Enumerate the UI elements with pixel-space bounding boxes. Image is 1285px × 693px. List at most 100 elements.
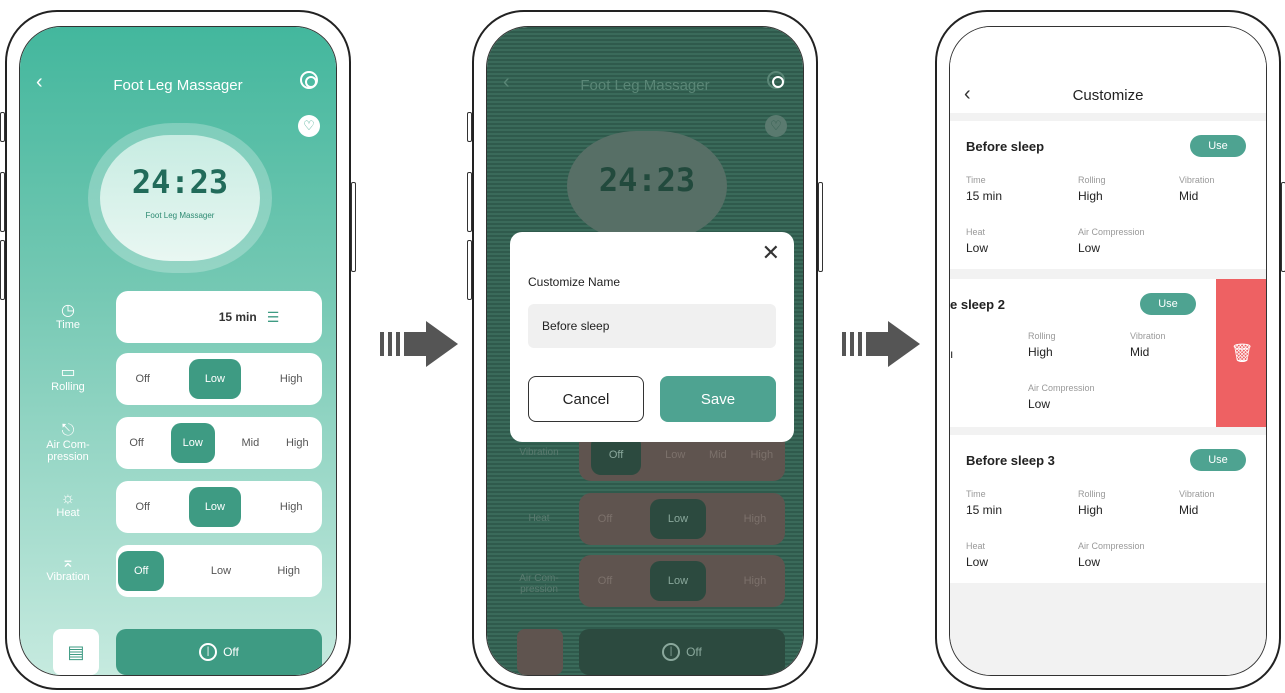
heart-icon[interactable]: ♡	[298, 115, 320, 137]
heart-icon: ♡	[765, 115, 787, 137]
field-label: Vibration	[1179, 175, 1215, 185]
flow-arrow-icon	[842, 321, 920, 367]
preset-list-icon: ▤	[67, 642, 85, 662]
sliders-icon[interactable]: ☰	[267, 309, 280, 326]
vibration-high-option[interactable]: High	[277, 565, 300, 577]
phone-side-button	[818, 182, 823, 272]
vibration-off-option[interactable]: Off	[118, 551, 165, 591]
rolling-selector: Off Low High	[116, 353, 322, 405]
field-label: Time	[966, 489, 986, 499]
row-label-text: Vibration	[46, 571, 90, 583]
timer-clock: 24:23	[598, 161, 696, 199]
field-value: Low	[966, 555, 989, 569]
field-value: Mid	[1130, 345, 1150, 359]
air-off-option[interactable]: Off	[129, 437, 143, 449]
row-label-heat: Heat	[528, 513, 550, 524]
trash-icon: 🗑	[1230, 343, 1254, 363]
row-label-air: Air Com- pression	[519, 573, 559, 595]
field-label: Time	[966, 175, 986, 185]
rolling-icon: ▭	[60, 364, 76, 381]
preset-card[interactable]: Before sleep 3 Use Time 15 min Rolling H…	[950, 435, 1266, 583]
preset-name: e sleep 2	[950, 297, 1005, 312]
vibration-low-option: Low	[665, 449, 686, 461]
vibration-selector: Off Low High	[116, 545, 322, 597]
row-label-time: ◷ Time	[38, 302, 98, 332]
rolling-low-option[interactable]: Low	[188, 359, 241, 399]
phone-name-dialog-screen: ‹ Foot Leg Massager ♡ 24:23 Vibration Of…	[467, 10, 823, 690]
air-selector: Off Low High	[579, 555, 785, 607]
air-high-option[interactable]: High	[286, 437, 309, 449]
rolling-high-option[interactable]: High	[280, 373, 303, 385]
row-label-vibration: ⌅ Vibration	[38, 554, 98, 584]
flow-arrow-icon	[380, 321, 458, 367]
timer-subtitle: Foot Leg Massager	[145, 211, 215, 220]
power-icon: |	[662, 643, 681, 661]
phone-customize-list-screen: ‹ Customize Before sleep Use Time 15 min…	[935, 10, 1285, 690]
cancel-button[interactable]: Cancel	[528, 376, 644, 422]
air-selector: Off Low Mid High	[116, 417, 322, 469]
heat-selector: Off Low High	[579, 493, 785, 545]
use-button[interactable]: Use	[1140, 293, 1196, 315]
close-icon[interactable]: ✕	[762, 240, 780, 266]
field-value: Low	[1078, 241, 1101, 255]
power-label: Off	[686, 645, 702, 659]
field-label: Air Compression	[1078, 541, 1145, 551]
field-value: Mid	[1179, 503, 1199, 517]
settings-icon	[767, 71, 785, 89]
time-control[interactable]: 15 min ☰	[116, 291, 322, 343]
field-label: Vibration	[1130, 331, 1166, 341]
use-button[interactable]: Use	[1190, 449, 1246, 471]
field-value: Low	[966, 241, 989, 255]
rolling-off-option[interactable]: Off	[135, 373, 149, 385]
heat-high-option[interactable]: High	[280, 501, 303, 513]
phone-side-button	[0, 112, 5, 142]
sun-icon: ☼	[60, 490, 76, 507]
phone-side-button	[351, 182, 356, 272]
air-mid-option[interactable]: Mid	[242, 437, 260, 449]
settings-icon[interactable]	[300, 71, 318, 89]
preset-list-button[interactable]: ▤	[53, 629, 99, 675]
page-title: Foot Leg Massager	[580, 77, 710, 94]
field-value: High	[1078, 503, 1103, 517]
phone-side-button	[0, 172, 5, 232]
power-button[interactable]: | Off	[116, 629, 322, 675]
heat-low-option[interactable]: Low	[188, 487, 241, 527]
field-label: Air Compression	[1078, 227, 1145, 237]
heat-high-option: High	[743, 513, 767, 525]
air-low-option[interactable]: Low	[170, 423, 215, 463]
preset-card[interactable]: Before sleep Use Time 15 min Rolling Hig…	[950, 121, 1266, 269]
time-value: 15 min	[218, 310, 257, 324]
field-label: Rolling	[1078, 489, 1106, 499]
air-low-option: Low	[649, 561, 707, 601]
vibration-low-option[interactable]: Low	[211, 565, 231, 577]
timer-clock: 24:23	[131, 163, 229, 201]
phone-side-button	[467, 240, 472, 300]
delete-button[interactable]: 🗑	[1216, 279, 1266, 427]
field-value: 15 min	[966, 503, 1003, 517]
header-bar: ‹ Customize	[950, 27, 1266, 113]
timer-display: 24:23	[567, 131, 727, 241]
heat-off-option: Off	[597, 513, 613, 525]
heat-off-option[interactable]: Off	[135, 501, 149, 513]
save-button[interactable]: Save	[660, 376, 776, 422]
field-value: Low	[1078, 555, 1101, 569]
phone-side-button	[1281, 182, 1285, 272]
customize-name-dialog: ✕ Customize Name Cancel Save	[510, 232, 794, 442]
field-label: Heat	[966, 541, 986, 551]
row-label-text: Time	[55, 319, 81, 331]
power-button: | Off	[579, 629, 785, 675]
preset-card-swiped[interactable]: e sleep 2 Use ı Rolling High Vibration M…	[950, 279, 1218, 427]
field-label: Heat	[966, 227, 986, 237]
air-high-option: High	[743, 575, 767, 587]
phone-side-button	[0, 240, 5, 300]
row-label-vibration: Vibration	[519, 447, 559, 458]
clock-icon: ◷	[61, 302, 75, 319]
row-label-text: Heat	[56, 507, 80, 519]
use-button[interactable]: Use	[1190, 135, 1246, 157]
page-title: Foot Leg Massager	[113, 77, 243, 94]
vibration-mid-option: Mid	[709, 449, 727, 461]
air-icon: ⎋	[61, 422, 75, 439]
power-icon: |	[199, 643, 218, 661]
name-input[interactable]	[528, 304, 776, 348]
vibration-icon: ⌅	[61, 554, 75, 571]
